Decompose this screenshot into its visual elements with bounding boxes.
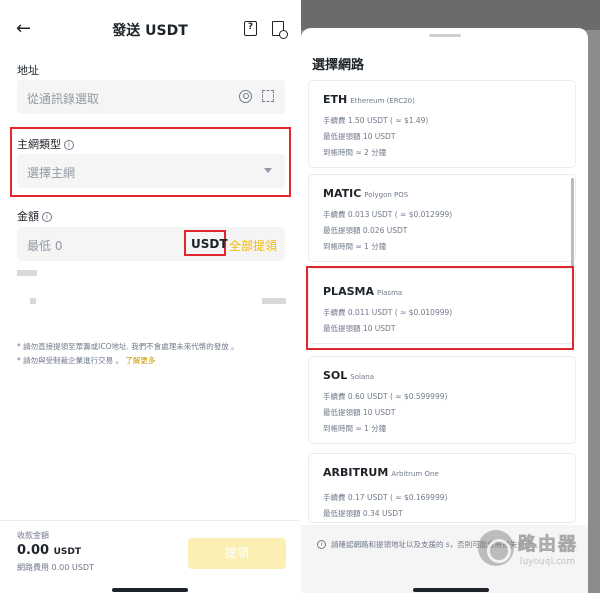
network-subtitle: Arbitrum One xyxy=(391,470,439,478)
network-code: MATIC xyxy=(323,187,362,200)
withdraw-all-button[interactable]: 全部提領 xyxy=(229,237,277,254)
header: ← 發送 USDT ? xyxy=(0,0,300,60)
home-indicator xyxy=(112,588,188,592)
blurred-value xyxy=(262,298,286,304)
withdraw-button[interactable]: 提領 xyxy=(188,538,286,569)
network-label-text: 主網類型 xyxy=(17,138,61,151)
network-code: ETH xyxy=(323,93,348,106)
receive-value: 0.00 xyxy=(17,543,50,558)
address-label: 地址 xyxy=(17,64,39,77)
network-name: ETH Ethereum (ERC20) xyxy=(323,93,415,106)
note-line-2: * 請勿與受制裁企業進行交易 。 了解更多 xyxy=(17,354,239,368)
network-name: ARBITRUM Arbitrum One xyxy=(323,466,439,479)
network-min: 最低提領額 10 USDT xyxy=(323,132,396,141)
network-time: 到帳時間 ≈ 1 分鐘 xyxy=(323,424,387,433)
watermark: 路由器 luyouqi.com xyxy=(478,524,598,584)
note-line-2-text: * 請勿與受制裁企業進行交易 。 xyxy=(17,356,124,365)
network-sheet: 選擇網路 ETH Ethereum (ERC20) 手續費 1.50 USDT (… xyxy=(301,28,588,593)
network-subtitle: Polygon POS xyxy=(364,191,409,199)
network-name: MATIC Polygon POS xyxy=(323,187,408,200)
send-usdt-screen: ← 發送 USDT ? 地址 從通訊錄選取 主網類型 i 選擇主網 金額 i 最低 … xyxy=(0,0,300,593)
plasma-highlight-box xyxy=(306,266,574,350)
blurred-info xyxy=(30,298,36,304)
caret-down-icon xyxy=(264,168,272,173)
network-min: 最低提領額 0.34 USDT xyxy=(323,509,403,518)
question-doc-icon[interactable]: ? xyxy=(244,21,257,36)
network-label: 主網類型 i xyxy=(17,136,74,152)
network-subtitle: Ethereum (ERC20) xyxy=(350,97,415,105)
watermark-url: luyouqi.com xyxy=(520,557,576,567)
notes: * 請勿直接提領至眾籌或ICO地址. 我們不會處理未來代幣的發放 。 * 請勿與… xyxy=(17,340,239,368)
amount-placeholder: 最低 0 xyxy=(27,239,63,253)
network-fee: 手續費 0.17 USDT ( ≈ $0.169999) xyxy=(323,493,448,502)
watermark-title: 路由器 xyxy=(518,534,578,556)
info-icon: i xyxy=(317,540,326,549)
address-placeholder: 從通訊錄選取 xyxy=(27,92,100,106)
address-field[interactable]: 從通訊錄選取 xyxy=(17,80,285,114)
sheet-title: 選擇網路 xyxy=(312,58,365,73)
network-time: 到帳時間 ≈ 2 分鐘 xyxy=(323,148,387,157)
network-fee: 手續費 0.013 USDT ( ≈ $0.012999) xyxy=(323,210,453,219)
dimmed-status-bar xyxy=(301,0,600,30)
network-fee: 手續費 1.50 USDT ( ≈ $1.49) xyxy=(323,116,429,125)
network-code: ARBITRUM xyxy=(323,466,389,479)
scan-icon[interactable] xyxy=(262,90,274,102)
network-name: SOL Solana xyxy=(323,369,374,382)
sheet-handle[interactable] xyxy=(429,34,461,37)
note-line-1: * 請勿直接提領至眾籌或ICO地址. 我們不會處理未來代幣的發放 。 xyxy=(17,342,239,351)
network-subtitle: Solana xyxy=(350,373,374,381)
network-fee: 手續費 0.60 USDT ( ≈ $0.599999) xyxy=(323,392,448,401)
amount-unit: USDT xyxy=(191,237,228,251)
blurred-balance xyxy=(17,270,37,276)
user-circle-icon[interactable] xyxy=(239,90,252,103)
info-icon[interactable]: i xyxy=(42,212,52,222)
network-select[interactable]: 選擇主網 xyxy=(17,154,285,188)
receive-label: 收款金額 xyxy=(17,531,49,540)
network-code: SOL xyxy=(323,369,348,382)
network-min: 最低提領額 0.026 USDT xyxy=(323,226,408,235)
network-option-arbitrum[interactable]: ARBITRUM Arbitrum One 手續費 0.17 USDT ( ≈ $… xyxy=(308,453,576,523)
network-time: 到帳時間 ≈ 1 分鐘 xyxy=(323,242,387,251)
network-min: 最低提領額 10 USDT xyxy=(323,408,396,417)
select-network-screen: 選擇網路 ETH Ethereum (ERC20) 手續費 1.50 USDT (… xyxy=(301,0,600,593)
history-doc-icon[interactable] xyxy=(272,21,288,39)
amount-label: 金額 i xyxy=(17,208,52,224)
network-option-sol[interactable]: SOL Solana 手續費 0.60 USDT ( ≈ $0.599999) 最… xyxy=(308,356,576,444)
receive-unit: USDT xyxy=(53,547,82,557)
divider xyxy=(0,520,300,521)
learn-more-link[interactable]: 了解更多 xyxy=(125,356,155,365)
network-option-eth[interactable]: ETH Ethereum (ERC20) 手續費 1.50 USDT ( ≈ $1… xyxy=(308,80,576,168)
watermark-logo-icon xyxy=(478,530,514,566)
info-icon[interactable]: i xyxy=(64,140,74,150)
home-indicator xyxy=(413,588,489,592)
network-option-matic[interactable]: MATIC Polygon POS 手續費 0.013 USDT ( ≈ $0.0… xyxy=(308,174,576,262)
network-placeholder: 選擇主網 xyxy=(27,166,76,180)
amount-label-text: 金額 xyxy=(17,210,39,223)
receive-amount: 0.00 USDT xyxy=(17,543,81,558)
network-fee: 網路費用 0.00 USDT xyxy=(17,563,94,572)
